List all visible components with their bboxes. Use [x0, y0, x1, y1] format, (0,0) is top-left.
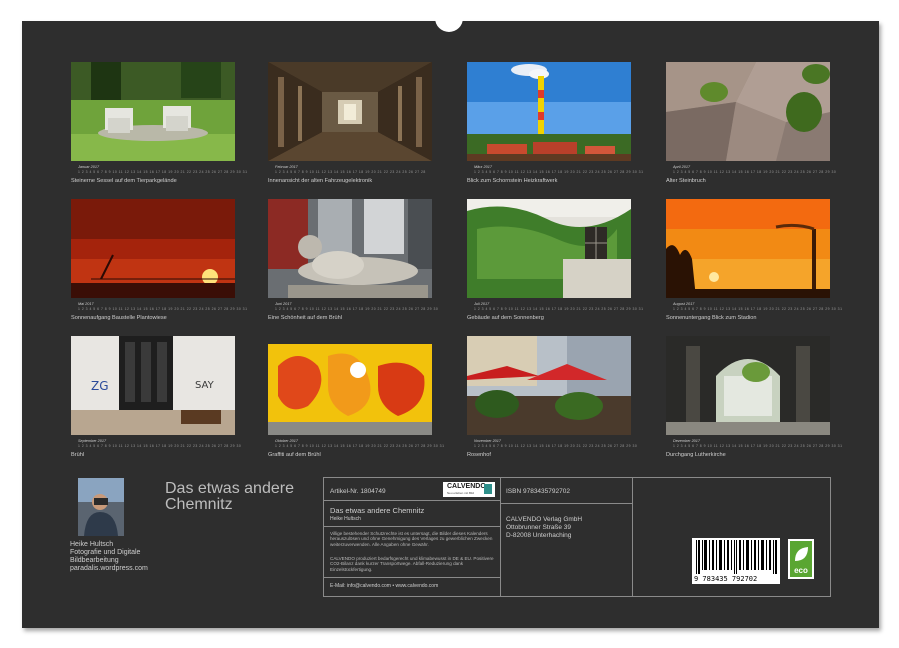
- photo-caption: Innenansicht der alten Fahrzeugelektroni…: [268, 178, 373, 184]
- divider: [324, 577, 500, 578]
- month-label: Januar 2017: [78, 165, 100, 169]
- product-title: Das etwas andere Chemnitz: [330, 506, 425, 515]
- photo-caption: Eine Schönheit auf dem Brühl: [268, 315, 343, 321]
- eco-badge: eco: [788, 539, 814, 579]
- day-strip: 1 2 3 4 5 6 7 8 9 10 11 12 13 14 15 16 1…: [78, 307, 248, 311]
- photo-february: [268, 62, 432, 161]
- month-label: Juli 2017: [474, 302, 490, 306]
- month-label: September 2017: [78, 439, 107, 443]
- author-photo: [78, 478, 124, 536]
- month-label: Juni 2017: [275, 302, 292, 306]
- day-strip: 1 2 3 4 5 6 7 8 9 10 11 12 13 14 15 16 1…: [673, 170, 837, 174]
- photo-january: [71, 62, 235, 161]
- publisher-street: Ottobrunner Straße 39: [506, 524, 572, 531]
- divider: [500, 478, 501, 596]
- month-label: August 2017: [673, 302, 695, 306]
- svg-text:ZG: ZG: [91, 379, 109, 393]
- month-label: Oktober 2017: [275, 439, 299, 443]
- eco-badge-label: eco: [794, 566, 808, 575]
- day-strip: 1 2 3 4 5 6 7 8 9 10 11 12 13 14 15 16 1…: [474, 307, 644, 311]
- day-strip: 1 2 3 4 5 6 7 8 9 10 11 12 13 14 15 16 1…: [275, 170, 426, 174]
- article-number: Artikel-Nr. 1804749: [330, 488, 386, 495]
- photo-october: [268, 336, 432, 435]
- day-strip: 1 2 3 4 5 6 7 8 9 10 11 12 13 14 15 16 1…: [78, 444, 242, 448]
- calvendo-logo: CALVENDO Neu erleben mit Bild: [443, 482, 495, 497]
- photo-march: [467, 62, 631, 161]
- photo-caption: Steinerne Sessel auf dem Tierparkgelände: [71, 178, 177, 184]
- photo-caption: Rosenhof: [467, 452, 491, 458]
- month-label: März 2017: [474, 165, 492, 169]
- day-strip: 1 2 3 4 5 6 7 8 9 10 11 12 13 14 15 16 1…: [474, 170, 644, 174]
- eco-notice: CALVENDO produziert bedarfsgerecht und k…: [330, 556, 494, 572]
- divider: [632, 478, 633, 596]
- barcode: 9 783435 792702: [692, 538, 780, 584]
- author-website: paradalis.wordpress.com: [70, 565, 148, 572]
- divider: [324, 526, 500, 527]
- isbn: ISBN 9783435792702: [506, 488, 570, 495]
- day-strip: 1 2 3 4 5 6 7 8 9 10 11 12 13 14 15 16 1…: [474, 444, 638, 448]
- author-line: Bildbearbeitung: [70, 557, 119, 564]
- day-strip: 1 2 3 4 5 6 7 8 9 10 11 12 13 14 15 16 1…: [78, 170, 248, 174]
- author-line: Fotografie und Digitale: [70, 549, 141, 556]
- photo-april: [666, 62, 830, 161]
- photo-caption: Blick zum Schornstein Heizkraftwerk: [467, 178, 558, 184]
- legal-notice: Villige bestehender Schutzrechte ist es …: [330, 531, 493, 547]
- product-author: Heike Hultsch: [330, 516, 361, 522]
- photo-caption: Durchgang Lutherkirche: [666, 452, 726, 458]
- photo-august: [666, 199, 830, 298]
- publisher-city: D-82008 Unterhaching: [506, 532, 572, 539]
- divider: [324, 500, 500, 501]
- photo-caption: Alter Steinbruch: [666, 178, 706, 184]
- day-strip: 1 2 3 4 5 6 7 8 9 10 11 12 13 14 15 16 1…: [673, 444, 843, 448]
- calvendo-logo-mark: [484, 484, 492, 494]
- photo-caption: Sonnenaufgang Baustelle Plantowiese: [71, 315, 167, 321]
- photo-november: [467, 336, 631, 435]
- month-label: Februar 2017: [275, 165, 298, 169]
- day-strip: 1 2 3 4 5 6 7 8 9 10 11 12 13 14 15 16 1…: [673, 307, 843, 311]
- product-info-box: Artikel-Nr. 1804749 CALVENDO Neu erleben…: [323, 477, 831, 597]
- photo-may: [71, 199, 235, 298]
- publisher-name: CALVENDO Verlag GmbH: [506, 516, 583, 523]
- calvendo-logo-text: CALVENDO: [447, 483, 486, 490]
- day-strip: 1 2 3 4 5 6 7 8 9 10 11 12 13 14 15 16 1…: [275, 307, 439, 311]
- month-label: Dezember 2017: [673, 439, 701, 443]
- svg-text:SAY: SAY: [195, 380, 215, 391]
- photo-caption: Sonnenuntergang Blick zum Stadion: [666, 315, 757, 321]
- month-label: April 2017: [673, 165, 691, 169]
- calvendo-tagline: Neu erleben mit Bild: [447, 491, 475, 495]
- photo-september: ZG SAY: [71, 336, 235, 435]
- photo-caption: Brühl: [71, 452, 85, 458]
- calendar-title: Das etwas andere Chemnitz: [165, 480, 294, 513]
- divider: [500, 503, 632, 504]
- barcode-number: 9 783435 792702: [694, 575, 758, 583]
- author-name: Heike Hultsch: [70, 541, 114, 548]
- barcode-bars: [696, 540, 777, 574]
- photo-december: [666, 336, 830, 435]
- photo-july: [467, 199, 631, 298]
- month-label: November 2017: [474, 439, 502, 443]
- photo-caption: Graffiti auf dem Brühl: [268, 452, 321, 458]
- author-info: Heike Hultsch Fotografie und Digitale Bi…: [70, 541, 148, 573]
- photo-june: [268, 199, 432, 298]
- photo-caption: Gebäude auf dem Sonnenberg: [467, 315, 544, 321]
- month-label: Mai 2017: [78, 302, 94, 306]
- day-strip: 1 2 3 4 5 6 7 8 9 10 11 12 13 14 15 16 1…: [275, 444, 445, 448]
- contact-line: E-Mail: info@calvendo.com • www.calvendo…: [330, 583, 439, 589]
